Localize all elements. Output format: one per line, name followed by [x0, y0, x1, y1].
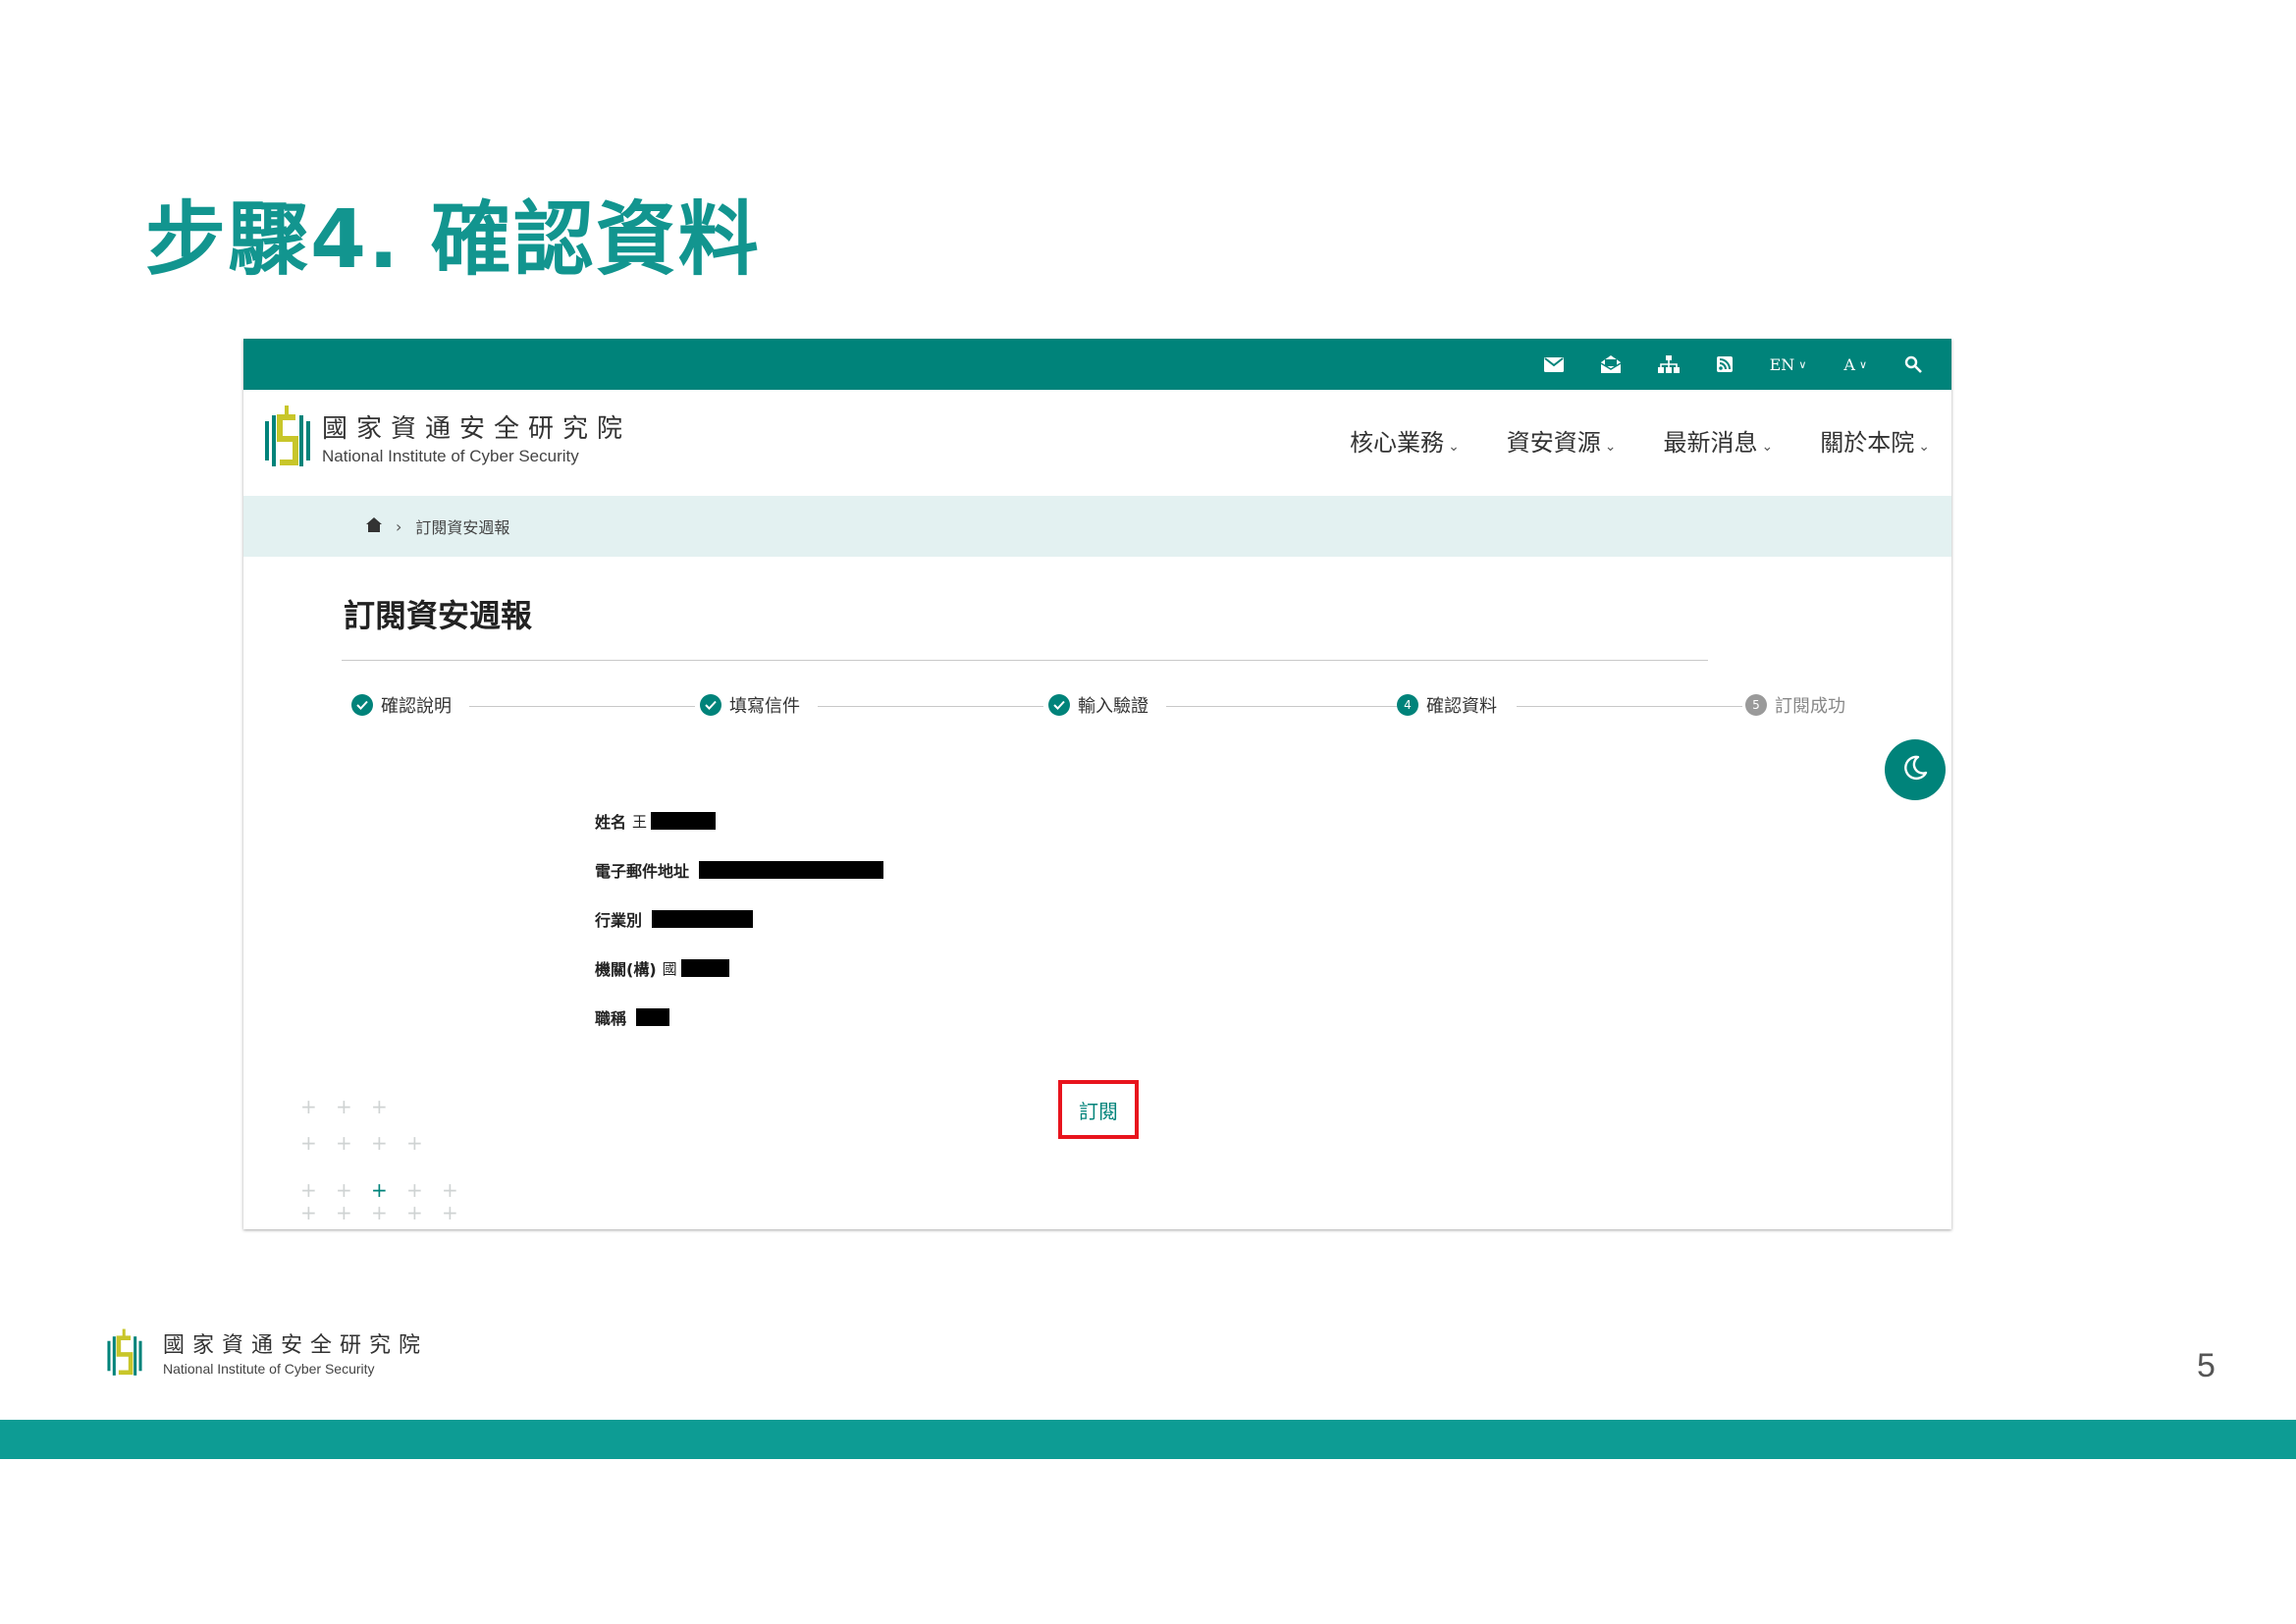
check-icon — [700, 694, 721, 716]
slide-title: 步驟4. 確認資料 — [145, 193, 761, 287]
step-5: 5 訂閱成功 — [1745, 692, 1845, 718]
step-connector — [469, 706, 695, 707]
redacted-value — [651, 812, 717, 830]
font-size-label: A — [1843, 354, 1855, 374]
footer-org-name-zh: 國家資通安全研究院 — [163, 1333, 429, 1358]
chevron-down-icon: ∨ — [1798, 357, 1807, 371]
utility-bar: EN ∨ A ∨ — [243, 339, 1951, 390]
step-2: 填寫信件 — [700, 692, 800, 718]
plus-icon: + — [406, 1201, 423, 1224]
language-selector[interactable]: EN ∨ — [1770, 355, 1807, 374]
plus-icon: + — [300, 1095, 317, 1118]
nav-security-resources[interactable]: 資安資源 ⌄ — [1507, 423, 1617, 458]
field-label: 職稱 — [595, 1009, 627, 1028]
plus-icon: + — [336, 1178, 352, 1202]
field-label: 機關(構) — [595, 960, 657, 979]
nav-about[interactable]: 關於本院 ⌄ — [1820, 423, 1930, 458]
redacted-value — [680, 959, 729, 977]
plus-icon: + — [371, 1131, 388, 1155]
footer-logo: 國家資通安全研究院 National Institute of Cyber Se… — [98, 1327, 428, 1384]
plus-icon: + — [300, 1131, 317, 1155]
chevron-down-icon: ⌄ — [1604, 439, 1617, 455]
site-header: 國家資通安全研究院 National Institute of Cyber Se… — [243, 390, 1951, 496]
rss-icon[interactable] — [1716, 356, 1733, 372]
plus-icon: + — [371, 1178, 388, 1202]
step-number-badge: 5 — [1745, 694, 1767, 716]
sitemap-icon[interactable] — [1657, 355, 1680, 373]
footer-org-name-en: National Institute of Cyber Security — [163, 1361, 375, 1377]
field-organization: 機關(構) 國 — [595, 956, 729, 980]
main-nav: 核心業務 ⌄ 資安資源 ⌄ 最新消息 ⌄ 關於本院 ⌄ — [1350, 423, 1930, 458]
plus-icon: + — [371, 1201, 388, 1224]
subscribe-button[interactable]: 訂閱 — [1058, 1080, 1139, 1139]
mail-icon[interactable] — [1543, 356, 1564, 372]
step-connector — [1517, 706, 1742, 707]
plus-icon: + — [336, 1201, 352, 1224]
field-name: 姓名 王 — [595, 809, 717, 833]
plus-icon: + — [300, 1178, 317, 1202]
chevron-down-icon: ⌄ — [1448, 439, 1460, 455]
field-label: 姓名 — [595, 813, 627, 832]
plus-icon: + — [371, 1095, 388, 1118]
field-label: 電子郵件地址 — [595, 862, 690, 881]
moon-icon — [1901, 754, 1929, 785]
plus-icon: + — [406, 1178, 423, 1202]
plus-icon: + — [300, 1201, 317, 1224]
org-name-zh: 國家資通安全研究院 — [322, 414, 632, 444]
subscribe-label: 訂閱 — [1079, 1099, 1118, 1123]
page-number: 5 — [2197, 1347, 2216, 1384]
step-4: 4 確認資料 — [1397, 692, 1497, 718]
logo-mark-icon — [107, 1328, 142, 1376]
heading-divider — [342, 660, 1708, 661]
dark-mode-toggle[interactable] — [1885, 739, 1946, 800]
field-job-title: 職稱 — [595, 1005, 670, 1029]
check-icon — [351, 694, 373, 716]
field-email: 電子郵件地址 — [595, 858, 884, 882]
redacted-value — [636, 1008, 670, 1026]
language-label: EN — [1769, 354, 1795, 374]
check-icon — [1048, 694, 1070, 716]
search-icon[interactable] — [1904, 355, 1922, 373]
step-connector — [818, 706, 1043, 707]
redacted-value — [652, 910, 754, 928]
field-industry: 行業別 — [595, 907, 754, 931]
breadcrumb-current: 訂閱資安週報 — [415, 518, 510, 537]
page-heading: 訂閱資安週報 — [344, 597, 533, 634]
nav-core-business[interactable]: 核心業務 ⌄ — [1350, 423, 1460, 458]
footer-bar — [0, 1420, 2296, 1459]
plus-icon: + — [442, 1178, 458, 1202]
nav-latest-news[interactable]: 最新消息 ⌄ — [1664, 423, 1774, 458]
logo-mark-icon — [265, 406, 310, 466]
step-3: 輸入驗證 — [1048, 692, 1148, 718]
stepper: 確認說明 填寫信件 輸入驗證 4 確認資料 5 訂閱成功 — [351, 692, 1845, 722]
step-connector — [1166, 706, 1397, 707]
plus-icon: + — [406, 1131, 423, 1155]
plus-icon: + — [336, 1095, 352, 1118]
site-logo[interactable]: 國家資通安全研究院 National Institute of Cyber Se… — [265, 404, 631, 478]
home-icon[interactable] — [366, 516, 382, 536]
chevron-down-icon: ⌄ — [1761, 439, 1774, 455]
breadcrumb-separator: › — [396, 516, 402, 536]
field-prefix: 王 — [632, 812, 648, 831]
redacted-value — [699, 861, 884, 879]
website-screenshot: EN ∨ A ∨ 國家資通安全研究院 National Institute of… — [243, 339, 1951, 1229]
plus-icon: + — [442, 1201, 458, 1224]
step-number-badge: 4 — [1397, 694, 1418, 716]
step-1: 確認說明 — [351, 692, 452, 718]
open-mail-icon[interactable] — [1600, 355, 1621, 373]
field-prefix: 國 — [662, 959, 677, 978]
chevron-down-icon: ⌄ — [1918, 439, 1930, 455]
breadcrumb: › 訂閱資安週報 — [243, 496, 1951, 557]
plus-icon: + — [336, 1131, 352, 1155]
chevron-down-icon: ∨ — [1858, 357, 1867, 371]
field-label: 行業別 — [595, 911, 643, 930]
font-size-selector[interactable]: A ∨ — [1843, 355, 1867, 374]
org-name-en: National Institute of Cyber Security — [322, 447, 579, 465]
